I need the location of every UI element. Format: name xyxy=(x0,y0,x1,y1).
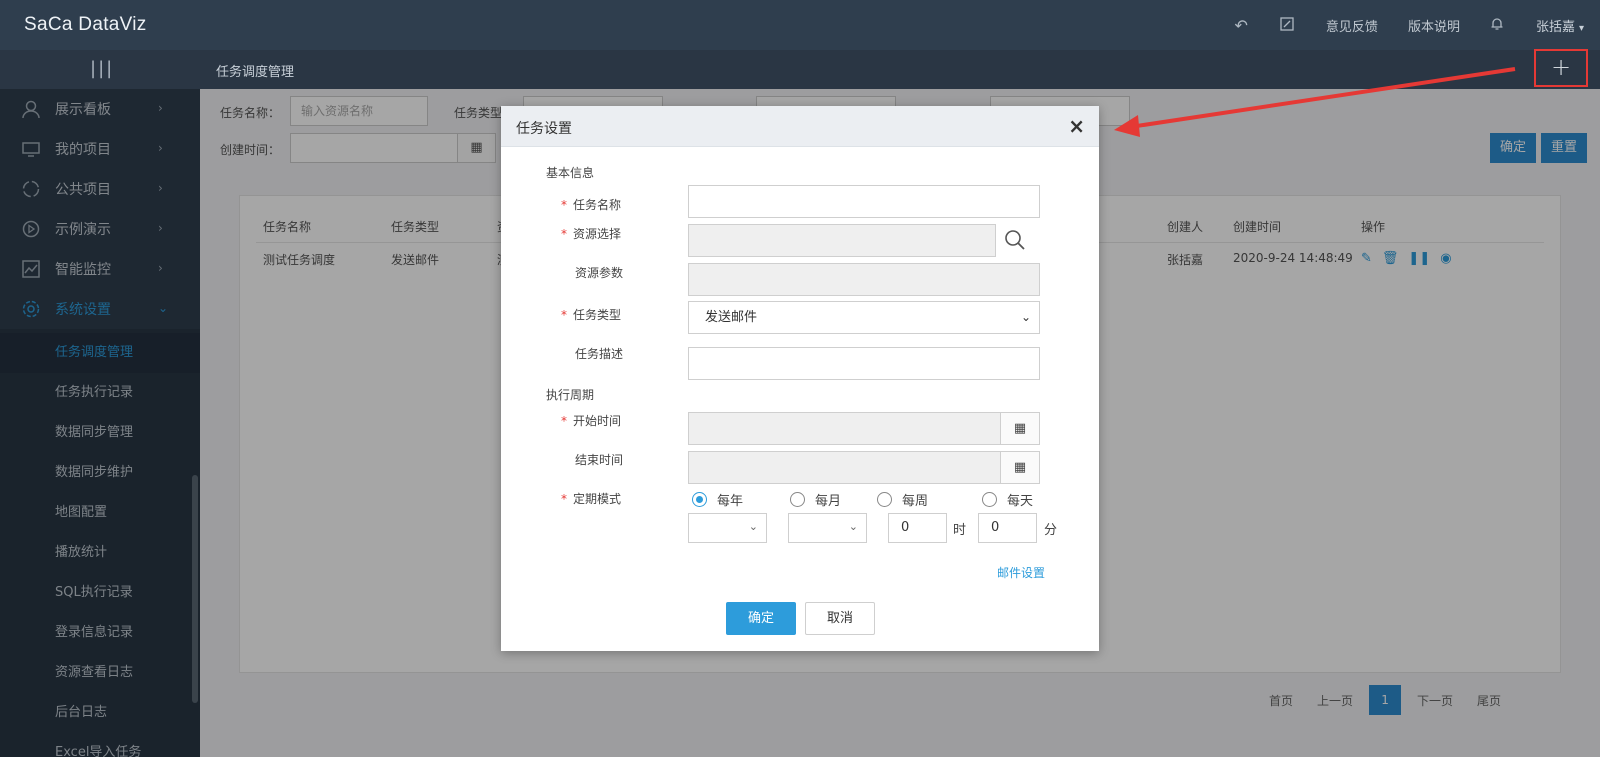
menu-toggle-icon[interactable]: ||| xyxy=(90,58,112,79)
radio-dot xyxy=(790,492,805,507)
edit-icon[interactable] xyxy=(1280,16,1294,35)
radio-dot xyxy=(982,492,997,507)
required-mark: * xyxy=(561,308,567,322)
resource-params-label: 资源参数 xyxy=(575,266,624,280)
radio-monthly[interactable]: 每月 xyxy=(790,490,841,509)
label-text: 开始时间 xyxy=(573,414,622,428)
mode-label: * 定期模式 xyxy=(561,490,621,507)
version-link[interactable]: 版本说明 xyxy=(1408,16,1460,35)
resource-input[interactable] xyxy=(688,224,996,257)
radio-dot xyxy=(877,492,892,507)
bell-icon[interactable] xyxy=(1490,16,1504,35)
required-mark: * xyxy=(561,198,567,212)
start-time-label: * 开始时间 xyxy=(561,412,621,429)
radio-weekly[interactable]: 每周 xyxy=(877,490,928,509)
label-text: 任务名称 xyxy=(573,198,622,212)
top-bar: SaCa DataViz ↶ 意见反馈 版本说明 张括嘉 ▾ xyxy=(0,0,1600,50)
close-icon[interactable]: × xyxy=(1068,114,1085,138)
undo-icon[interactable]: ↶ xyxy=(1235,16,1248,35)
radio-yearly[interactable]: 每年 xyxy=(692,490,743,509)
user-menu[interactable]: 张括嘉 ▾ xyxy=(1536,16,1584,35)
dialog-title: 任务设置 xyxy=(516,121,572,137)
resource-params-input[interactable] xyxy=(688,263,1040,296)
label-text: 任务类型 xyxy=(573,308,622,322)
task-name-label: * 任务名称 xyxy=(561,196,621,213)
section-basic-info: 基本信息 xyxy=(546,166,595,180)
end-time-input[interactable]: ▦ xyxy=(688,451,1040,484)
day-select[interactable]: ⌄ xyxy=(788,513,867,543)
label-text: 资源选择 xyxy=(573,227,622,241)
mail-settings-link[interactable]: 邮件设置 xyxy=(997,564,1045,581)
page-title: 任务调度管理 xyxy=(216,65,295,80)
chevron-down-icon: ⌄ xyxy=(748,520,758,533)
app-logo[interactable]: SaCa DataViz xyxy=(24,14,147,36)
label-text: 定期模式 xyxy=(573,492,622,506)
calendar-icon[interactable]: ▦ xyxy=(1000,452,1039,483)
task-type-select[interactable]: 发送邮件 ⌄ xyxy=(688,301,1040,334)
chevron-down-icon: ⌄ xyxy=(848,520,858,533)
required-mark: * xyxy=(561,227,567,241)
task-desc-input[interactable] xyxy=(688,347,1040,380)
minute-input[interactable]: 0 xyxy=(978,513,1037,543)
search-icon[interactable] xyxy=(1004,229,1026,251)
top-right-tools: ↶ 意见反馈 版本说明 张括嘉 ▾ xyxy=(1235,0,1600,50)
required-mark: * xyxy=(561,492,567,506)
radio-daily[interactable]: 每天 xyxy=(982,490,1033,509)
task-settings-dialog: 任务设置 × 基本信息 * 任务名称 * 资源选择 资源参数 * 任务类型 发送邮件 ⌄… xyxy=(501,106,1099,651)
radio-label: 每年 xyxy=(717,494,744,509)
chevron-down-icon: ⌄ xyxy=(1020,310,1031,324)
chevron-down-icon: ▾ xyxy=(1578,22,1584,34)
task-desc-label: 任务描述 xyxy=(575,347,624,361)
required-mark: * xyxy=(561,414,567,428)
radio-label: 每月 xyxy=(815,494,842,509)
cancel-button[interactable]: 取消 xyxy=(805,602,875,635)
task-type-value: 发送邮件 xyxy=(705,310,758,325)
add-task-button[interactable]: + xyxy=(1534,49,1588,87)
resource-label: * 资源选择 xyxy=(561,225,621,242)
task-name-input[interactable] xyxy=(688,185,1040,218)
month-select[interactable]: ⌄ xyxy=(688,513,767,543)
calendar-icon[interactable]: ▦ xyxy=(1000,413,1039,444)
section-period: 执行周期 xyxy=(546,388,595,402)
minute-unit: 分 xyxy=(1044,523,1058,538)
radio-label: 每天 xyxy=(1007,494,1034,509)
sub-bar: ||| 任务调度管理 xyxy=(0,50,1600,89)
hour-input[interactable]: 0 xyxy=(888,513,947,543)
start-time-input[interactable]: ▦ xyxy=(688,412,1040,445)
feedback-link[interactable]: 意见反馈 xyxy=(1326,16,1378,35)
ok-button[interactable]: 确定 xyxy=(726,602,796,635)
radio-label: 每周 xyxy=(902,494,929,509)
task-type-label: * 任务类型 xyxy=(561,306,621,323)
hour-unit: 时 xyxy=(953,523,967,538)
dialog-header: 任务设置 × xyxy=(501,106,1099,147)
radio-dot xyxy=(692,492,707,507)
user-name: 张括嘉 xyxy=(1535,19,1575,35)
end-time-label: 结束时间 xyxy=(575,453,624,467)
